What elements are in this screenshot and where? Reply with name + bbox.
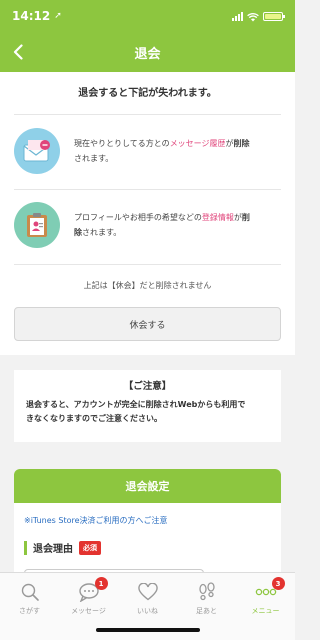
home-indicator <box>96 628 200 632</box>
nav-bar: 退会 <box>0 32 295 72</box>
divider <box>14 264 281 265</box>
envelope-icon <box>14 128 60 174</box>
tab-label: メニュー <box>251 607 280 615</box>
divider <box>14 189 281 190</box>
pause-button[interactable]: 休会する <box>14 307 281 341</box>
tab-label: いいね <box>137 607 158 615</box>
status-bar: 14:12 ➚ <box>0 0 295 32</box>
clipboard-profile-icon <box>14 202 60 248</box>
unread-badge: 1 <box>94 577 108 590</box>
pause-note: 上記は【休会】だと削除されません <box>83 281 212 290</box>
notification-badge: 3 <box>271 577 285 590</box>
chevron-left-icon <box>13 44 23 60</box>
tab-menu[interactable]: 3 メニュー <box>236 573 295 640</box>
page-title: 退会 <box>134 46 161 62</box>
withdrawal-settings-card: 退会設定 ※iTunes Store決済ご利用の方へご注意 退会理由 必須 <box>14 469 281 579</box>
search-icon <box>17 581 43 603</box>
caution-box: 【ご注意】 退会すると、アカウントが完全に削除されWebからも利用で きなくなり… <box>14 370 281 442</box>
battery-icon <box>263 11 285 21</box>
lead-text: 退会すると下記が失われます。 <box>78 88 217 99</box>
tab-label: 足あと <box>196 607 217 615</box>
loss-item-registration-info: プロフィールやお相手の希望などの登録情報が削 除されます。 <box>14 202 281 248</box>
status-icons <box>232 7 285 26</box>
loss-text-registration-info: プロフィールやお相手の希望などの登録情報が削 除されます。 <box>74 213 250 237</box>
required-badge: 必須 <box>79 540 101 555</box>
settings-header: 退会設定 <box>14 469 281 503</box>
tab-label: メッセージ <box>71 607 106 615</box>
section-marker <box>24 540 27 555</box>
tab-label: さがす <box>19 607 40 615</box>
caution-heading: 【ご注意】 <box>123 381 172 392</box>
signal-icon <box>232 11 243 21</box>
reason-label: 退会理由 <box>33 544 73 555</box>
itunes-notice-link[interactable]: ※iTunes Store決済ご利用の方へご注意 <box>24 515 281 526</box>
reason-row: 退会理由 必須 <box>24 540 281 555</box>
location-arrow-icon: ➚ <box>54 11 62 21</box>
withdrawal-info-card: 退会すると下記が失われます。 現在やりとりしてる方とのメッセージ履歴が削除 され… <box>0 72 295 355</box>
loss-item-message-history: 現在やりとりしてる方とのメッセージ履歴が削除 されます。 <box>14 128 281 174</box>
back-button[interactable] <box>6 39 30 65</box>
status-time: 14:12 <box>12 9 51 23</box>
loss-text-message-history: 現在やりとりしてる方とのメッセージ履歴が削除 されます。 <box>74 139 250 163</box>
footprints-icon <box>194 581 220 603</box>
wifi-icon <box>247 7 259 26</box>
tab-search[interactable]: さがす <box>0 573 59 640</box>
heart-icon <box>135 581 161 603</box>
divider <box>14 114 281 115</box>
caution-body: 退会すると、アカウントが完全に削除されWebからも利用で きなくなりますのでご注… <box>26 400 246 423</box>
